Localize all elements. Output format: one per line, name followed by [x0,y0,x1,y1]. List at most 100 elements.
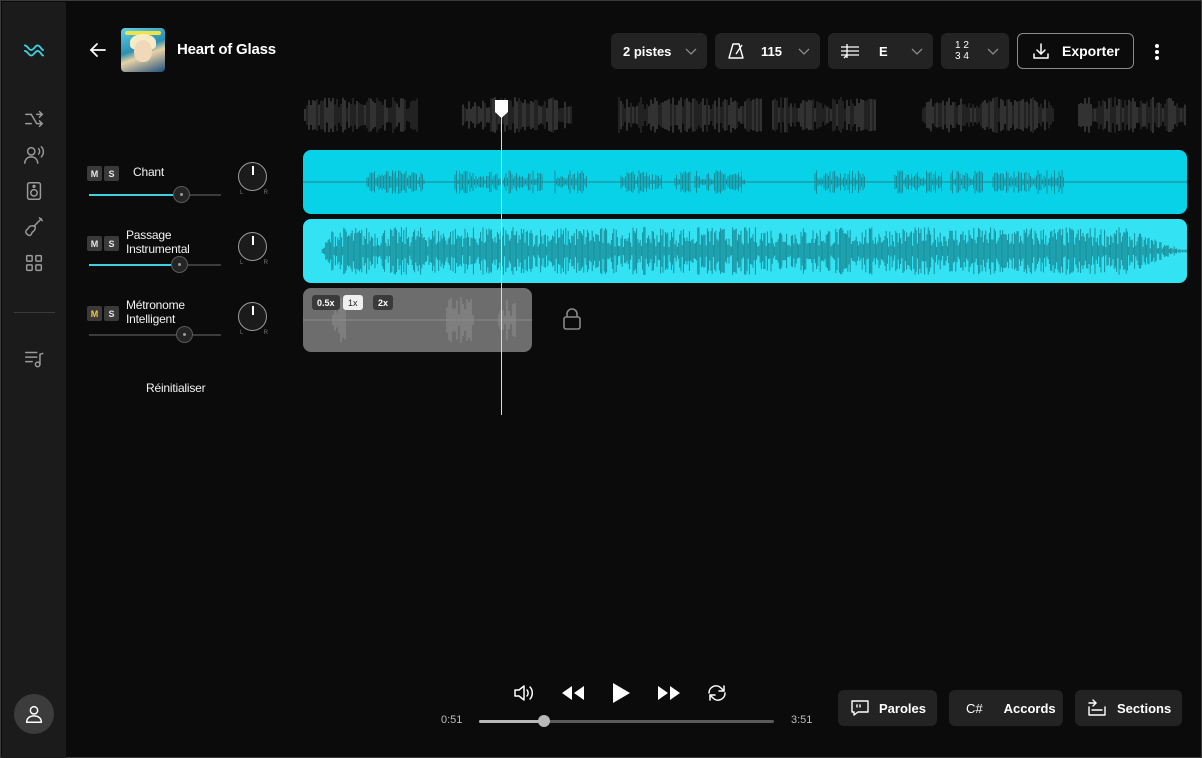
play-icon [613,683,630,703]
solo-button[interactable]: S [104,166,119,181]
volume-icon [514,685,533,701]
pan-left-label: L [240,260,244,266]
speed-0-5x-button[interactable]: 0.5x [312,295,340,310]
voice-user-icon[interactable] [22,143,46,167]
song-title: Heart of Glass [177,41,276,58]
sections-label: Sections [1117,700,1172,716]
tracks-select-label: 2 pistes [623,43,672,59]
track-name: Métronome Intelligent [126,298,185,326]
app-window: Heart of Glass 2 pistes 115 E 1 2 3 4 Ex… [0,0,1202,758]
chords-chip: C# [966,700,983,716]
speaker-icon[interactable] [22,179,46,203]
key-select[interactable]: E [828,33,933,69]
track-control-instrumental: M S Passage Instrumental L R [87,228,287,296]
fast-forward-icon [658,686,680,700]
chevron-down-icon [911,48,923,55]
back-button[interactable] [87,39,109,61]
pan-right-label: R [263,190,268,196]
volume-slider[interactable] [89,256,221,273]
download-icon [1033,43,1049,59]
pan-knob[interactable] [238,302,267,331]
lyrics-button[interactable]: Paroles [838,690,937,726]
playhead-handle[interactable] [494,99,509,119]
time-signature-top: 1 2 [955,40,969,51]
chords-label: Accords [1003,700,1056,716]
time-current: 0:51 [441,714,463,726]
equalizer-icon [841,44,859,59]
volume-thumb[interactable] [176,326,194,343]
guitar-icon[interactable] [22,215,46,239]
user-icon [25,705,43,723]
progress-thumb[interactable] [538,715,551,727]
chevron-down-icon [987,48,999,55]
pan-left-label: L [240,190,244,196]
shuffle-split-icon[interactable] [22,107,46,131]
back-arrow-icon [90,43,106,57]
lyrics-quote-icon [851,700,869,716]
pan-left-label: L [240,330,244,336]
waveform-vocals [303,170,1187,194]
lock-icon[interactable] [561,307,583,331]
waveform-instrumental [321,227,1187,275]
rewind-button[interactable] [560,681,586,705]
volume-slider[interactable] [89,186,221,203]
logo-waves-icon[interactable] [22,38,46,62]
track-lane-metronome[interactable]: 0.5x 1x 2x [303,288,532,352]
rewind-icon [562,686,584,700]
mute-button[interactable]: M [87,306,102,321]
mute-button[interactable]: M [87,166,102,181]
chevron-down-icon [798,48,810,55]
speed-2x-button[interactable]: 2x [373,295,394,310]
pan-right-label: R [263,260,268,266]
tracks-select[interactable]: 2 pistes [611,33,707,69]
track-control-metronome: M S Métronome Intelligent L R [87,298,287,366]
track-control-vocals: M S Chant L R [87,162,287,226]
track-lane-vocals[interactable] [303,150,1187,214]
loop-icon [708,685,726,701]
grid-apps-icon[interactable] [22,251,46,275]
pan-right-label: R [263,330,268,336]
tempo-select[interactable]: 115 [715,33,820,69]
more-vertical-icon[interactable] [1149,41,1165,63]
chords-button[interactable]: C# Accords [949,690,1063,726]
pan-knob[interactable] [238,232,267,261]
chevron-down-icon [685,48,697,55]
playhead-line [501,111,502,415]
song-overview-waveform[interactable] [303,97,1187,133]
key-value: E [879,43,888,59]
volume-slider[interactable] [89,326,221,343]
mute-button[interactable]: M [87,236,102,251]
loop-button[interactable] [704,681,730,705]
time-signature-select[interactable]: 1 2 3 4 [941,33,1009,69]
playback-progress[interactable] [479,715,774,727]
time-total: 3:51 [791,714,813,726]
solo-button[interactable]: S [104,236,119,251]
speed-1x-button[interactable]: 1x [343,295,363,310]
lyrics-label: Paroles [879,700,926,716]
volume-thumb[interactable] [170,256,188,273]
sidebar-divider [14,312,55,313]
track-name: Chant [133,165,165,179]
sections-button[interactable]: Sections [1075,690,1182,726]
volume-thumb[interactable] [173,186,191,203]
playlist-music-icon[interactable] [22,346,46,370]
tempo-value: 115 [761,43,782,59]
time-signature-bottom: 3 4 [955,51,969,62]
metronome-icon [728,43,744,59]
progress-fill [479,720,545,723]
export-button[interactable]: Exporter [1017,33,1134,69]
user-avatar[interactable] [14,694,54,734]
fast-forward-button[interactable] [656,681,682,705]
volume-button[interactable] [511,681,537,705]
album-art [121,28,165,72]
sidebar [2,2,66,758]
solo-button[interactable]: S [104,306,119,321]
reset-button[interactable]: Réinitialiser [146,381,206,395]
track-name: Passage Instrumental [126,228,190,256]
sections-icon [1088,699,1106,716]
track-lane-instrumental[interactable] [303,219,1187,283]
pan-knob[interactable] [238,162,267,191]
play-button[interactable] [608,681,634,705]
export-label: Exporter [1062,43,1120,59]
volume-fill [89,194,182,196]
